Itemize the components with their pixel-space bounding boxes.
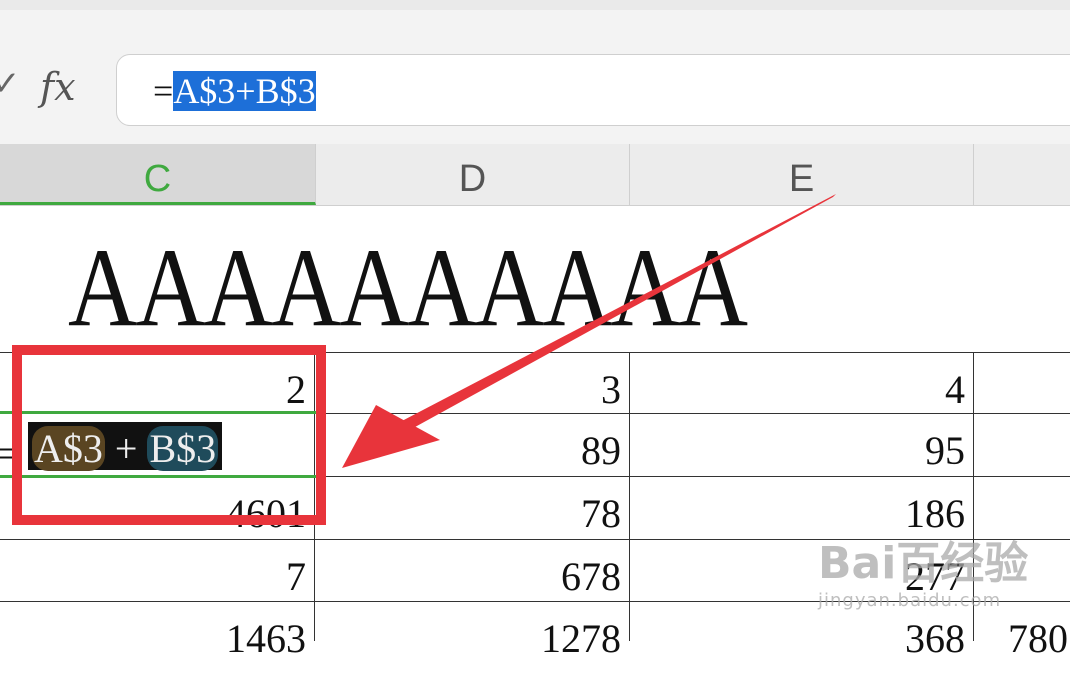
watermark: Bai百经验 jingyan.baidu.com bbox=[818, 538, 1029, 612]
arrow-shaft bbox=[400, 194, 836, 432]
watermark-url: jingyan.baidu.com bbox=[818, 590, 1002, 611]
watermark-logo: Bai百经验 bbox=[818, 538, 1029, 589]
